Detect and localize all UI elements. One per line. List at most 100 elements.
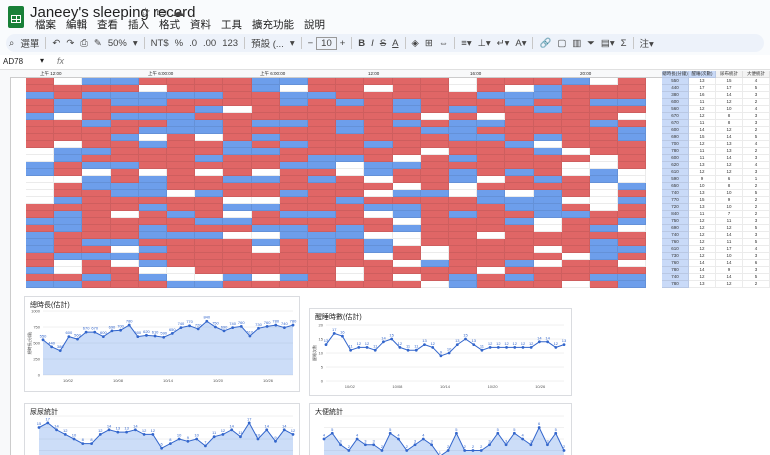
text-wrap-icon[interactable]: ↵▾ (494, 38, 513, 49)
grid-cell[interactable] (167, 281, 196, 288)
grid-cell[interactable] (590, 113, 619, 120)
grid-cell[interactable] (420, 260, 449, 267)
grid-cell[interactable] (195, 218, 224, 225)
grid-cell[interactable] (618, 253, 647, 260)
decrease-decimal-button[interactable]: .0 (186, 38, 200, 49)
grid-cell[interactable] (590, 218, 619, 225)
grid-cell[interactable] (54, 85, 83, 92)
grid-cell[interactable] (279, 267, 308, 274)
summary-cell[interactable]: 12 (716, 225, 743, 232)
grid-cell[interactable] (251, 190, 280, 197)
grid-cell[interactable] (167, 211, 196, 218)
grid-cell[interactable] (392, 162, 421, 169)
grid-cell[interactable] (82, 225, 111, 232)
grid-cell[interactable] (110, 92, 139, 99)
grid-cell[interactable] (308, 106, 337, 113)
grid-cell[interactable] (251, 148, 280, 155)
grid-cell[interactable] (561, 141, 590, 148)
grid-cell[interactable] (590, 197, 619, 204)
grid-cell[interactable] (82, 204, 111, 211)
summary-cell[interactable]: 12 (689, 246, 716, 253)
grid-cell[interactable] (364, 225, 393, 232)
grid-cell[interactable] (279, 78, 308, 85)
grid-cell[interactable] (420, 85, 449, 92)
summary-cell[interactable]: 13 (716, 148, 743, 155)
summary-cell[interactable]: 11 (716, 239, 743, 246)
summary-cell[interactable]: 780 (662, 148, 689, 155)
grid-cell[interactable] (223, 281, 252, 288)
grid-cell[interactable] (138, 225, 167, 232)
grid-cell[interactable] (505, 274, 534, 281)
grid-cell[interactable] (308, 218, 337, 225)
grid-cell[interactable] (364, 120, 393, 127)
grid-cell[interactable] (279, 225, 308, 232)
grid-cell[interactable] (505, 92, 534, 99)
grid-cell[interactable] (223, 253, 252, 260)
summary-cell[interactable]: 1 (743, 176, 770, 183)
grid-cell[interactable] (618, 134, 647, 141)
summary-cell[interactable]: 560 (662, 106, 689, 113)
grid-cell[interactable] (308, 141, 337, 148)
grid-cell[interactable] (167, 78, 196, 85)
grid-cell[interactable] (54, 190, 83, 197)
grid-cell[interactable] (138, 127, 167, 134)
grid-cell[interactable] (308, 169, 337, 176)
grid-cell[interactable] (167, 162, 196, 169)
grid-cell[interactable] (392, 190, 421, 197)
grid-cell[interactable] (449, 253, 478, 260)
grid-cell[interactable] (167, 106, 196, 113)
grid-cell[interactable] (54, 225, 83, 232)
grid-cell[interactable] (336, 232, 365, 239)
grid-cell[interactable] (26, 85, 55, 92)
summary-cell[interactable]: 10 (716, 253, 743, 260)
grid-cell[interactable] (82, 120, 111, 127)
grid-cell[interactable] (167, 183, 196, 190)
grid-cell[interactable] (364, 183, 393, 190)
summary-cell[interactable]: 3 (743, 120, 770, 127)
grid-cell[interactable] (420, 274, 449, 281)
font-size-input[interactable]: 10 (316, 36, 337, 50)
grid-cell[interactable] (618, 120, 647, 127)
summary-cell[interactable]: 16 (689, 92, 716, 99)
grid-cell[interactable] (533, 85, 562, 92)
grid-cell[interactable] (223, 99, 252, 106)
summary-cell[interactable]: 4 (743, 78, 770, 85)
grid-cell[interactable] (477, 281, 506, 288)
grid-cell[interactable] (533, 162, 562, 169)
grid-cell[interactable] (477, 162, 506, 169)
summary-cell[interactable]: 5 (743, 274, 770, 281)
grid-cell[interactable] (392, 169, 421, 176)
grid-cell[interactable] (336, 162, 365, 169)
grid-cell[interactable] (420, 99, 449, 106)
grid-cell[interactable] (195, 169, 224, 176)
grid-cell[interactable] (251, 134, 280, 141)
grid-cell[interactable] (223, 225, 252, 232)
grid-cell[interactable] (590, 127, 619, 134)
summary-header[interactable]: 大便統計 (743, 71, 770, 78)
summary-cell[interactable]: 14 (716, 232, 743, 239)
grid-cell[interactable] (336, 120, 365, 127)
grid-cell[interactable] (82, 176, 111, 183)
summary-cell[interactable]: 12 (716, 169, 743, 176)
grid-cell[interactable] (167, 155, 196, 162)
grid-cell[interactable] (477, 141, 506, 148)
grid-cell[interactable] (561, 232, 590, 239)
grid-cell[interactable] (251, 232, 280, 239)
input-tools-icon[interactable]: 注▾ (637, 36, 657, 50)
grid-cell[interactable] (110, 218, 139, 225)
summary-cell[interactable]: 14 (716, 92, 743, 99)
grid-cell[interactable] (223, 120, 252, 127)
grid-cell[interactable] (167, 148, 196, 155)
grid-cell[interactable] (420, 92, 449, 99)
grid-cell[interactable] (138, 190, 167, 197)
summary-cell[interactable]: 10 (689, 183, 716, 190)
grid-cell[interactable] (82, 274, 111, 281)
grid-cell[interactable] (336, 134, 365, 141)
chart-total-duration[interactable]: 總時長(估計) 550 440 380 600 560 670 670 600 690 700 78… (24, 296, 300, 392)
italic-icon[interactable]: I (368, 38, 377, 49)
grid-cell[interactable] (420, 197, 449, 204)
grid-cell[interactable] (26, 211, 55, 218)
summary-cell[interactable]: 13 (689, 281, 716, 288)
grid-cell[interactable] (223, 92, 252, 99)
menu-data[interactable]: 資料 (185, 17, 216, 33)
